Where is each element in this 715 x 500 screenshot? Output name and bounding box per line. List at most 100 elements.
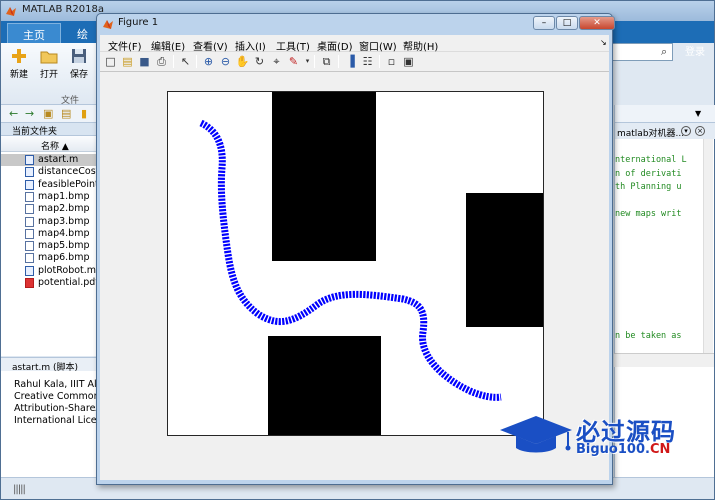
m-file-icon [25, 167, 34, 178]
file-row[interactable]: map5.bmp [1, 240, 97, 252]
pan-icon[interactable]: ✋ [235, 54, 250, 69]
code-line: nternational L [615, 155, 687, 165]
dropdown-arrow-icon[interactable]: ▼ [695, 109, 701, 118]
toolbar-separator [314, 55, 315, 68]
figure-menubar: 文件(F) 编辑(E) 查看(V) 插入(I) 工具(T) 桌面(D) 窗口(W… [100, 35, 609, 53]
graduation-cap-logo [500, 416, 572, 453]
new-button[interactable]: 新建 [5, 47, 33, 80]
back-arrow-icon[interactable]: ← [9, 108, 18, 119]
hide-plot-tools-icon[interactable]: ▫ [384, 54, 399, 69]
current-folder-header: 当前文件夹 [1, 123, 97, 137]
file-row[interactable]: potential.pdf [1, 277, 97, 289]
toolbar-separator [173, 55, 174, 68]
figure-toolbar: □ ▤ ■ ⎙ ↖ ⊕ ⊖ ✋ ↻ ⌖ ✎ ▾ ⧉ ▐ ☷ ▫ ▣ [100, 52, 609, 72]
resize-grip-icon[interactable]: ||||| [13, 484, 26, 495]
watermark: 必过源码 Biguo100.CN [496, 410, 711, 466]
file-name: map3.bmp [38, 215, 90, 227]
address-bar: ← → ▣ ▤ ▮ [1, 105, 97, 123]
editor-file-tab[interactable]: matlab对机器... ▾ × [615, 123, 715, 139]
matlab-window-title: MATLAB R2018a [22, 4, 105, 15]
menu-edit[interactable]: 编辑(E) [151, 38, 185, 53]
tab-menu-icon[interactable]: ▾ [681, 126, 691, 136]
bmp-file-icon [25, 216, 34, 227]
robot-path-map [199, 92, 543, 435]
figure-titlebar[interactable]: Figure 1 – □ ✕ [97, 14, 615, 34]
matlab-logo-icon [103, 20, 113, 29]
editor-vertical-scrollbar[interactable] [703, 139, 713, 357]
figure-title: Figure 1 [118, 17, 159, 28]
menu-insert[interactable]: 插入(I) [235, 38, 266, 53]
bmp-file-icon [25, 191, 34, 202]
file-row[interactable]: map6.bmp [1, 252, 97, 264]
new-figure-icon[interactable]: □ [103, 54, 118, 69]
bmp-file-icon [25, 241, 34, 252]
login-button[interactable]: 登录 [677, 44, 713, 61]
menu-tools[interactable]: 工具(T) [276, 38, 310, 53]
link-plot-icon[interactable]: ⧉ [319, 54, 334, 69]
forward-arrow-icon[interactable]: → [25, 108, 34, 119]
obstacle-bottom-center [268, 336, 381, 435]
menu-help[interactable]: 帮助(H) [403, 38, 438, 53]
file-row[interactable]: astart.m [1, 154, 97, 166]
brush-icon[interactable]: ✎ [286, 54, 301, 69]
editor-horizontal-scrollbar[interactable] [614, 353, 714, 367]
open-button-label: 打开 [39, 70, 58, 80]
rotate-icon[interactable]: ↻ [252, 54, 267, 69]
file-browser: 名称 ▲ astart.m distanceCost. feasiblePoint.… [1, 136, 97, 356]
tab-close-icon[interactable]: × [695, 126, 705, 136]
details-line: Rahul Kala, IIIT Allaha [14, 379, 97, 390]
file-row[interactable]: distanceCost. [1, 166, 97, 178]
search-icon[interactable]: ⌕ [661, 45, 667, 59]
bmp-file-icon [25, 253, 34, 264]
workspace-address-bar: ▼ [615, 105, 715, 123]
tab-home[interactable]: 主页 [7, 23, 61, 43]
toolbar-separator [338, 55, 339, 68]
save-icon[interactable]: ■ [137, 54, 152, 69]
browse-folder-icon[interactable]: ▤ [61, 108, 71, 119]
toolbar-separator [196, 55, 197, 68]
maximize-button[interactable]: □ [556, 16, 578, 30]
file-row[interactable]: feasiblePoint. [1, 179, 97, 191]
file-name: map6.bmp [38, 252, 90, 264]
close-button[interactable]: ✕ [579, 16, 615, 30]
open-file-icon[interactable]: ▤ [120, 54, 135, 69]
minimize-button[interactable]: – [533, 16, 555, 30]
file-row[interactable]: map1.bmp [1, 191, 97, 203]
save-button[interactable]: 保存 [65, 47, 93, 80]
print-icon[interactable]: ⎙ [154, 54, 169, 69]
file-name: map4.bmp [38, 227, 90, 239]
zoom-in-icon[interactable]: ⊕ [201, 54, 216, 69]
details-line: Creative Commons [14, 391, 97, 402]
pointer-icon[interactable]: ↖ [178, 54, 193, 69]
zoom-out-icon[interactable]: ⊖ [218, 54, 233, 69]
details-line: Attribution-ShareAlike [14, 403, 97, 414]
show-plot-tools-icon[interactable]: ▣ [401, 54, 416, 69]
file-row[interactable]: map2.bmp [1, 203, 97, 215]
data-cursor-icon[interactable]: ⌖ [269, 54, 284, 69]
colorbar-icon[interactable]: ▐ [343, 54, 358, 69]
file-name: astart.m [38, 154, 79, 165]
name-column-label: 名称 ▲ [41, 142, 69, 152]
menu-file[interactable]: 文件(F) [108, 38, 142, 53]
menu-view[interactable]: 查看(V) [193, 38, 228, 53]
bmp-file-icon [25, 204, 34, 215]
toolbar-separator [379, 55, 380, 68]
details-line: International License [14, 415, 97, 426]
file-name: distanceCost. [38, 166, 97, 178]
file-row[interactable]: map4.bmp [1, 228, 97, 240]
legend-icon[interactable]: ☷ [360, 54, 375, 69]
file-row[interactable]: map3.bmp [1, 216, 97, 228]
home-ribbon: 新建 打开 保存 文件 [1, 43, 97, 106]
up-folder-icon[interactable]: ▣ [43, 108, 53, 119]
name-column-header[interactable]: 名称 ▲ [1, 136, 97, 152]
m-file-icon [25, 265, 34, 276]
menubar-dock-arrow-icon[interactable]: ↘ [600, 38, 607, 47]
watermark-domain: Biguo100. [576, 442, 650, 457]
menu-desktop[interactable]: 桌面(D) [317, 38, 353, 53]
open-button[interactable]: 打开 [35, 47, 63, 80]
file-row[interactable]: plotRobot.m [1, 265, 97, 277]
new-plus-icon [12, 49, 26, 63]
plot-axes[interactable] [167, 91, 544, 436]
menu-window[interactable]: 窗口(W) [359, 38, 397, 53]
brush-dropdown-icon[interactable]: ▾ [300, 54, 315, 69]
